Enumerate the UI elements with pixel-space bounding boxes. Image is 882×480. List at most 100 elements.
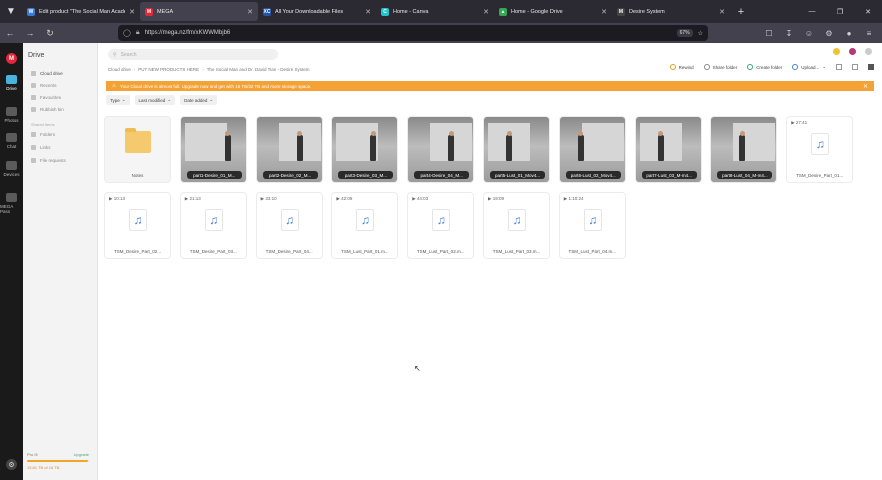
storage-widget[interactable]: Pro III Upgrade 15.81 TB of 16 TB: [27, 452, 89, 470]
duration-label: ▶ 42:09: [336, 196, 352, 202]
grid-view-toggle[interactable]: [868, 64, 874, 70]
sidebar-item-folders[interactable]: Folders: [31, 132, 55, 137]
notification-bell-icon[interactable]: [833, 48, 840, 55]
audio-card[interactable]: ▶ 27:41 ♫ TSM_Desire_Part_01...: [786, 116, 854, 183]
thumbnail-view-toggle[interactable]: [852, 64, 858, 70]
tab-close-icon[interactable]: ✕: [601, 8, 607, 16]
rail-item-chat[interactable]: Chat: [0, 133, 23, 149]
filter-chip[interactable]: Date added ⌄: [180, 95, 218, 105]
audio-card[interactable]: ▶ 21:13 ♫ TSM_Desire_Part_03...: [179, 192, 247, 259]
upload-button[interactable]: Upload... ⌄: [792, 64, 826, 70]
video-card[interactable]: part3-Desire_03_M...: [331, 116, 399, 183]
filter-chip[interactable]: Last modified ⌄: [134, 95, 176, 105]
file-name: TSM_Desire_Part_02...: [113, 249, 162, 254]
tab-close-icon[interactable]: ✕: [483, 8, 489, 16]
sidebar-item-favourites[interactable]: Favourites: [31, 95, 61, 100]
folder-card[interactable]: Notes: [104, 116, 171, 183]
sidebar-item-links[interactable]: Links: [31, 145, 51, 150]
tab-favicon-icon: M: [145, 7, 153, 16]
thumbnail-wall: [581, 123, 624, 161]
account-menu-icon[interactable]: [865, 48, 872, 55]
new-tab-button[interactable]: +: [730, 6, 752, 18]
create-folder-button[interactable]: Create folder: [747, 64, 782, 70]
forward-button[interactable]: →: [20, 23, 40, 43]
minimize-button[interactable]: —: [798, 0, 826, 23]
avatar[interactable]: [849, 48, 856, 55]
share-folder-button[interactable]: Share folder: [703, 64, 737, 70]
audio-card[interactable]: ▶ 44:03 ♫ TSM_Lust_Part_02.m...: [407, 192, 475, 259]
breadcrumb-item[interactable]: The Social Man and Dr. David Tian - Desi…: [207, 67, 310, 72]
browser-tab[interactable]: ▲ Home - Google Drive ✕: [494, 2, 612, 21]
file-name: part4-Desire_04_M...: [414, 171, 470, 179]
list-view-toggle[interactable]: [836, 64, 842, 70]
extensions-icon[interactable]: ⚙: [822, 29, 836, 38]
back-button[interactable]: ←: [0, 23, 20, 43]
rail-item-mega-pass[interactable]: MEGA Pass: [0, 193, 23, 214]
audio-card[interactable]: ▶ 19:09 ♫ TSM_Lust_Part_03.m...: [483, 192, 550, 259]
browser-tab[interactable]: C Home - Canva ✕: [376, 2, 494, 21]
rail-item-devices[interactable]: Devices: [0, 161, 23, 177]
url-bar[interactable]: ◯ 🔒︎ https://mega.nz/fm/xKWWMbjb6 67% ☆: [118, 25, 708, 41]
filter-chip[interactable]: Type ⌄: [106, 95, 130, 105]
close-window-button[interactable]: ✕: [854, 0, 882, 23]
banner-text[interactable]: Your Cloud drive is almost full. Upgrade…: [120, 84, 311, 89]
settings-icon[interactable]: ⚙: [6, 459, 17, 470]
rail-item-photos[interactable]: Photos: [0, 107, 23, 123]
audio-card[interactable]: ▶ 1:10:24 ♫ TSM_Lust_Part_04.m...: [558, 192, 626, 259]
file-name: TSM_Desire_Part_01...: [796, 173, 844, 178]
video-card[interactable]: part1-Desire_01_M...: [179, 116, 247, 183]
sidebar-item-cloud-drive[interactable]: Cloud drive: [31, 71, 63, 76]
tab-close-icon[interactable]: ✕: [365, 8, 371, 16]
video-card[interactable]: part5-Lust_01_Mov4...: [483, 116, 550, 183]
tab-close-icon[interactable]: ✕: [129, 8, 135, 16]
audio-card[interactable]: ▶ 33:10 ♫ TSM_Desire_Part_04...: [255, 192, 323, 259]
zoom-indicator[interactable]: 67%: [676, 29, 693, 37]
folder-icon: [125, 128, 151, 153]
browser-tab[interactable]: M MEGA ✕: [140, 2, 258, 21]
pocket-icon[interactable]: ☐: [762, 29, 776, 38]
video-card[interactable]: part8-Lust_04_M-m4...: [710, 116, 778, 183]
account-icon[interactable]: ☺: [802, 29, 816, 38]
duration-text: 21:13: [189, 196, 201, 201]
storage-bar-fill: [27, 460, 89, 462]
mega-extension-icon[interactable]: ●: [842, 29, 856, 38]
sidebar-item-file-requests[interactable]: File requests: [31, 158, 66, 163]
mega-logo[interactable]: M: [6, 53, 17, 64]
rail-item-drive[interactable]: Drive: [0, 75, 23, 91]
sidebar-item-icon: [31, 145, 36, 150]
tab-favicon-icon: W: [27, 7, 35, 16]
upgrade-link[interactable]: Upgrade: [74, 452, 89, 457]
sidebar-item-rubbish-bin[interactable]: Rubbish bin: [31, 107, 64, 112]
downloads-icon[interactable]: ↧: [782, 29, 796, 38]
search-input[interactable]: ⚲ Search: [108, 49, 278, 60]
tab-close-icon[interactable]: ✕: [719, 8, 725, 16]
maximize-button[interactable]: ❐: [826, 0, 854, 23]
video-card[interactable]: part7-Lust_03_M-m4...: [634, 116, 702, 183]
duration-text: 10:13: [113, 196, 125, 201]
bookmark-star-icon[interactable]: ☆: [698, 30, 703, 37]
browser-tab[interactable]: W Edit product "The Social Man Acaden… ✕: [22, 2, 140, 21]
rewind-button[interactable]: Rewind: [669, 64, 694, 70]
tab-list-icon[interactable]: ▼: [0, 0, 22, 23]
duration-text: 19:09: [492, 196, 504, 201]
warning-icon: ⚠: [112, 83, 117, 88]
thumbnail-person: [577, 135, 584, 161]
audio-card[interactable]: ▶ 10:13 ♫ TSM_Desire_Part_02...: [104, 192, 171, 259]
sidebar-item-recents[interactable]: Recents: [31, 83, 57, 88]
thumbnail-person: [224, 135, 231, 161]
tab-close-icon[interactable]: ✕: [247, 8, 253, 16]
menu-icon[interactable]: ≡: [862, 29, 876, 38]
browser-tab[interactable]: M Desire System ✕: [612, 2, 730, 21]
close-icon[interactable]: ✕: [863, 83, 868, 90]
video-thumbnail: part3-Desire_03_M...: [332, 117, 398, 182]
reload-button[interactable]: ↻: [40, 23, 60, 43]
breadcrumb-item[interactable]: Cloud drive: [108, 67, 131, 72]
audio-card[interactable]: ▶ 42:09 ♫ TSM_Lust_Part_01.m...: [331, 192, 399, 259]
breadcrumb-separator-icon: ›: [133, 67, 136, 72]
browser-tab[interactable]: XC All Your Downloadable Files ✕: [258, 2, 376, 21]
video-thumbnail: part6-Lust_02_Mov4...: [559, 117, 625, 182]
breadcrumb-item[interactable]: PUT NEW PRODUCTS HERE: [138, 67, 199, 72]
video-card[interactable]: part6-Lust_02_Mov4...: [558, 116, 626, 183]
video-card[interactable]: part4-Desire_04_M...: [407, 116, 475, 183]
video-card[interactable]: part2-Desire_02_M...: [255, 116, 323, 183]
